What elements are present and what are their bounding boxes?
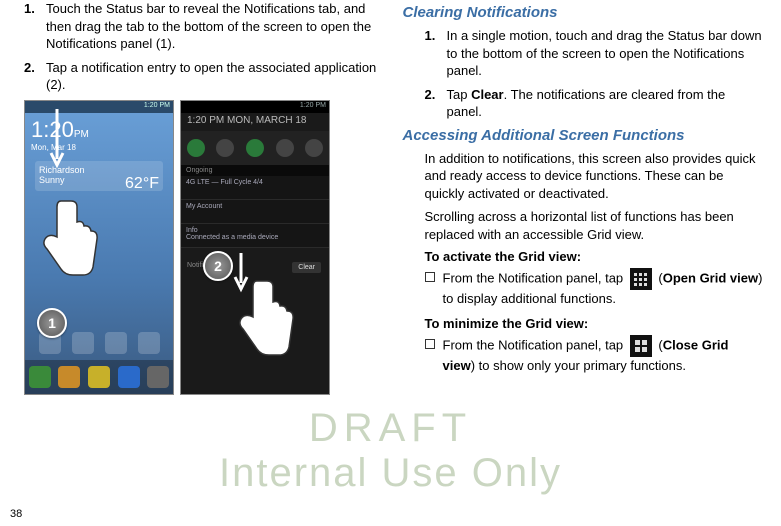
clear-label: Clear xyxy=(471,87,504,102)
status-bar: 1:20 PM xyxy=(181,101,329,113)
step-text: In a single motion, touch and drag the S… xyxy=(447,27,764,80)
panel-datetime: 1:20 PM MON, MARCH 18 xyxy=(187,115,306,126)
step-text: Tap a notification entry to open the ass… xyxy=(46,59,385,94)
clear-step-1: 1. In a single motion, touch and drag th… xyxy=(425,27,764,80)
status-bar: 1:20 PM xyxy=(25,101,173,113)
text: Tap xyxy=(447,87,472,102)
watermark-line1: DRAFT xyxy=(0,406,781,451)
step-number: 1. xyxy=(425,27,447,80)
bullet-text: From the Notification panel, tap (Open G… xyxy=(443,268,764,308)
step-number: 2. xyxy=(24,59,46,94)
step-text: Touch the Status bar to reveal the Notif… xyxy=(46,0,385,53)
weather-temp: 62°F xyxy=(125,175,159,193)
text: From the Notification panel, tap xyxy=(443,337,627,352)
notif-item: Info Connected as a media device xyxy=(181,224,329,248)
text: to display additional functions. xyxy=(443,291,616,306)
quick-toggles xyxy=(181,131,329,166)
step-text: Tap Clear. The notifications are cleared… xyxy=(447,86,764,121)
left-step-1: 1. Touch the Status bar to reveal the No… xyxy=(24,0,385,53)
left-step-2: 2. Tap a notification entry to open the … xyxy=(24,59,385,94)
toggle-bt-icon xyxy=(305,139,323,157)
weather-cond: Sunny xyxy=(39,175,65,185)
clear-step-2: 2. Tap Clear. The notifications are clea… xyxy=(425,86,764,121)
text: to show only your primary functions. xyxy=(475,358,686,373)
toggle-sound-icon xyxy=(246,139,264,157)
callout-badge-2: 2 xyxy=(203,251,233,281)
open-grid-icon xyxy=(630,268,652,290)
para: In addition to notifications, this scree… xyxy=(425,150,764,203)
bullet-open-grid: From the Notification panel, tap (Open G… xyxy=(425,268,764,308)
drag-arrow-icon xyxy=(49,109,65,169)
watermark-line2: Internal Use Only xyxy=(0,451,781,496)
clock-ampm: PM xyxy=(74,129,89,140)
notif-title: Info xyxy=(186,227,198,234)
activate-heading: To activate the Grid view: xyxy=(425,249,764,264)
screenshot-row: 1:20 PM 1:20PM Mon, Mar 18 Richardson Su… xyxy=(24,100,385,395)
minimize-heading: To minimize the Grid view: xyxy=(425,316,764,331)
ongoing-header: Ongoing xyxy=(181,165,329,176)
step-number: 2. xyxy=(425,86,447,121)
close-grid-icon xyxy=(630,335,652,357)
phone-panel-screenshot: 1:20 PM 1:20 PM MON, MARCH 18 Ongoing 4G… xyxy=(180,100,330,395)
bullet-icon xyxy=(425,339,435,349)
draft-watermark: DRAFT Internal Use Only xyxy=(0,406,781,496)
hand-pointer-icon xyxy=(227,271,297,391)
phone-home-screenshot: 1:20 PM 1:20PM Mon, Mar 18 Richardson Su… xyxy=(24,100,174,395)
open-grid-label: Open Grid view xyxy=(663,271,758,286)
text: ) xyxy=(758,271,762,286)
bullet-close-grid: From the Notification panel, tap (Close … xyxy=(425,335,764,375)
notif-sub: Connected as a media device xyxy=(186,234,278,241)
toggle-wifi-icon xyxy=(187,139,205,157)
notif-item: My Account xyxy=(181,200,329,224)
hand-pointer-icon xyxy=(31,191,101,311)
page-number: 38 xyxy=(10,508,22,520)
toggle-rotate-icon xyxy=(276,139,294,157)
callout-badge-1: 1 xyxy=(37,308,67,338)
heading-additional: Accessing Additional Screen Functions xyxy=(403,127,764,144)
text: From the Notification panel, tap xyxy=(443,271,627,286)
step-number: 1. xyxy=(24,0,46,53)
para: Scrolling across a horizontal list of fu… xyxy=(425,208,764,243)
notif-item: 4G LTE — Full Cycle 4/4 xyxy=(181,176,329,200)
bullet-text: From the Notification panel, tap (Close … xyxy=(443,335,764,375)
notif-list: Ongoing 4G LTE — Full Cycle 4/4 My Accou… xyxy=(181,165,329,248)
dock xyxy=(25,360,173,394)
bullet-icon xyxy=(425,272,435,282)
toggle-gps-icon xyxy=(216,139,234,157)
heading-clearing: Clearing Notifications xyxy=(403,4,764,21)
